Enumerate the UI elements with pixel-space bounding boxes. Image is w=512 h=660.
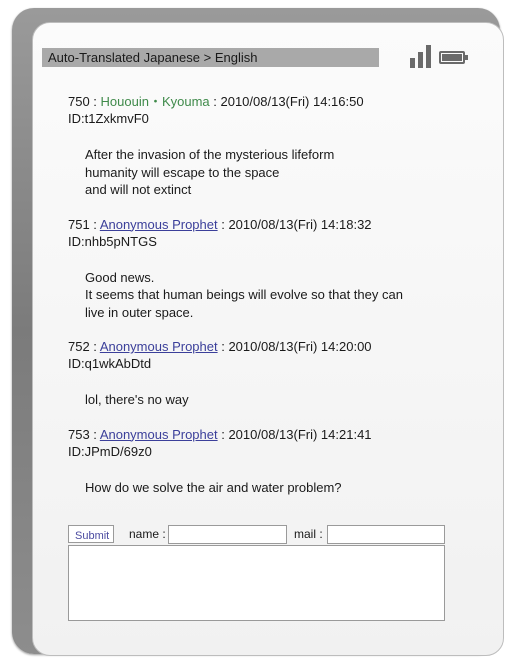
post-line: How do we solve the air and water proble…	[85, 479, 342, 495]
post-line: humanity will escape to the space	[85, 164, 280, 180]
post-header: 752 : Anonymous Prophet : 2010/08/13(Fri…	[68, 338, 468, 355]
name-label: name :	[129, 527, 166, 541]
post-date: : 2010/08/13(Fri) 14:16:50	[209, 94, 364, 109]
post-751: 751 : Anonymous Prophet : 2010/08/13(Fri…	[68, 216, 468, 322]
post-id: ID:JPmD/69z0	[68, 443, 152, 459]
post-date: : 2010/08/13(Fri) 14:20:00	[217, 339, 372, 354]
post-body: After the invasion of the mysterious lif…	[85, 146, 468, 199]
post-header: 753 : Anonymous Prophet : 2010/08/13(Fri…	[68, 426, 468, 443]
post-750: 750 : Hououin・Kyouma : 2010/08/13(Fri) 1…	[68, 93, 468, 199]
submit-button[interactable]: Submit	[68, 525, 114, 543]
post-number: 753 :	[68, 426, 100, 442]
post-body: How do we solve the air and water proble…	[85, 479, 468, 497]
name-field[interactable]	[168, 525, 287, 544]
post-number: 750 :	[68, 94, 101, 109]
post-line: lol, there's no way	[85, 392, 189, 407]
post-date: : 2010/08/13(Fri) 14:21:41	[217, 426, 372, 442]
signal-bars-icon	[410, 44, 432, 68]
thread-posts: 750 : Hououin・Kyouma : 2010/08/13(Fri) 1…	[68, 93, 468, 513]
post-753: 753 : Anonymous Prophet : 2010/08/13(Fri…	[68, 426, 468, 497]
battery-icon	[439, 51, 468, 64]
post-line: Good news.	[85, 269, 155, 285]
poster-name-link[interactable]: Anonymous Prophet	[100, 339, 218, 354]
post-line: It seems that human beings will evolve s…	[85, 287, 403, 302]
poster-name-link[interactable]: Anonymous Prophet	[100, 217, 218, 232]
post-id: ID:nhb5pNTGS	[68, 233, 157, 249]
post-number: 752 :	[68, 339, 100, 354]
mail-label: mail :	[294, 527, 323, 541]
post-line: and will not extinct	[85, 182, 192, 197]
post-line: After the invasion of the mysterious lif…	[85, 147, 335, 162]
post-header: 750 : Hououin・Kyouma : 2010/08/13(Fri) 1…	[68, 93, 468, 110]
post-id: ID:q1wkAbDtd	[68, 356, 152, 371]
post-header: 751 : Anonymous Prophet : 2010/08/13(Fri…	[68, 216, 468, 233]
post-line: live in outer space.	[85, 304, 194, 320]
poster-name-link[interactable]: Anonymous Prophet	[100, 427, 218, 442]
post-id: ID:t1ZxkmvF0	[68, 111, 149, 126]
mail-field[interactable]	[327, 525, 445, 544]
post-body: Good news. It seems that human beings wi…	[85, 269, 468, 322]
post-number: 751 :	[68, 216, 100, 232]
status-bar-title: Auto-Translated Japanese > English	[42, 48, 379, 67]
post-body: lol, there's no way	[85, 391, 468, 409]
poster-name: Hououin・Kyouma	[100, 94, 210, 109]
post-752: 752 : Anonymous Prophet : 2010/08/13(Fri…	[68, 338, 468, 409]
post-date: : 2010/08/13(Fri) 14:18:32	[217, 216, 372, 232]
message-textarea[interactable]	[68, 545, 445, 621]
